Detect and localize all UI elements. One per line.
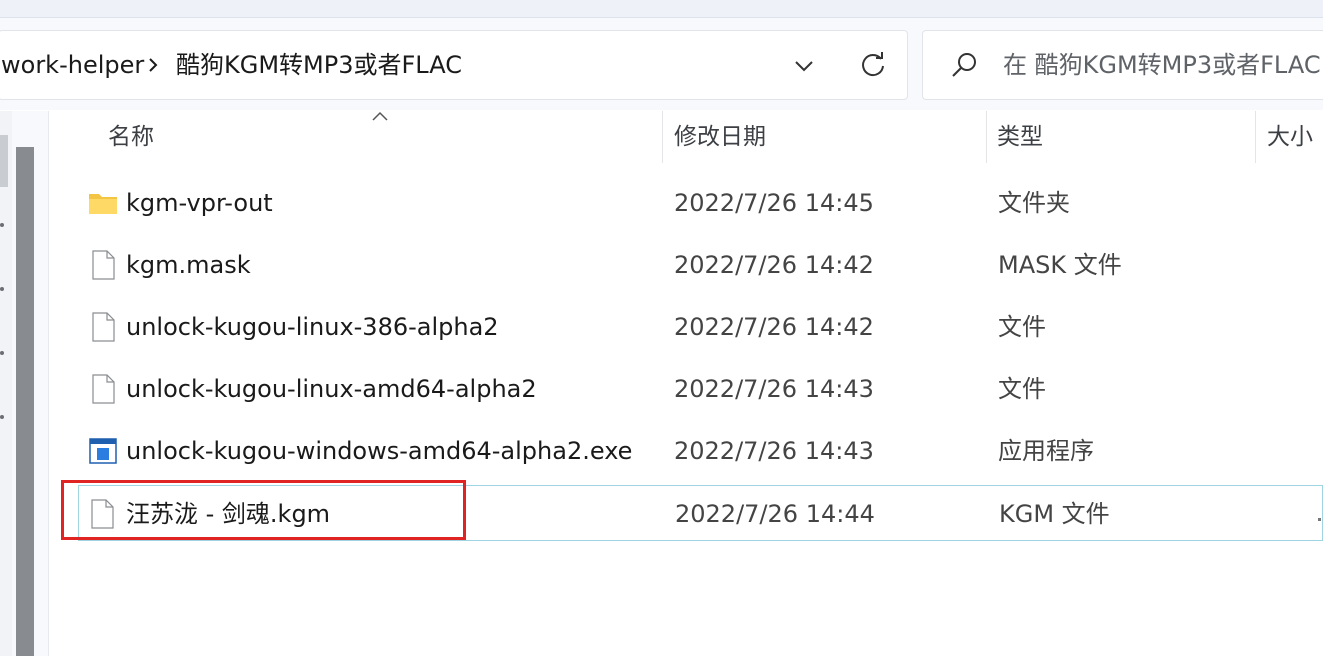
file-modified: 2022/7/26 14:45 — [674, 189, 874, 217]
file-icon — [92, 250, 115, 280]
search-placeholder: 在 酷狗KGM转MP3或者FLAC — [1003, 51, 1321, 79]
refresh-icon[interactable] — [857, 49, 889, 81]
file-row-selected[interactable]: 汪苏泷 - 剑魂.kgm 2022/7/26 14:44 KGM 文件 — [78, 485, 1323, 541]
file-modified: 2022/7/26 14:44 — [675, 500, 875, 528]
chevron-right-icon[interactable] — [146, 53, 160, 77]
file-type: MASK 文件 — [998, 251, 1122, 279]
file-row[interactable]: unlock-kugou-linux-amd64-alpha2 2022/7/2… — [80, 361, 1323, 417]
file-modified: 2022/7/26 14:43 — [674, 437, 874, 465]
column-divider[interactable] — [986, 111, 987, 163]
file-icon — [92, 312, 115, 342]
file-type: 文件 — [998, 375, 1046, 403]
nav-item-marker — [0, 287, 4, 291]
search-input[interactable]: 在 酷狗KGM转MP3或者FLAC — [922, 30, 1323, 100]
file-name: unlock-kugou-linux-amd64-alpha2 — [126, 375, 537, 403]
file-name: unlock-kugou-linux-386-alpha2 — [126, 313, 499, 341]
chevron-down-icon[interactable] — [789, 51, 819, 81]
file-type: 文件夹 — [998, 189, 1070, 217]
file-modified: 2022/7/26 14:42 — [674, 313, 874, 341]
file-name: 汪苏泷 - 剑魂.kgm — [126, 500, 331, 528]
breadcrumb-current[interactable]: 酷狗KGM转MP3或者FLAC — [176, 31, 462, 99]
nav-item-marker — [0, 415, 4, 419]
file-row[interactable]: unlock-kugou-windows-amd64-alpha2.exe 20… — [80, 423, 1323, 479]
file-type: KGM 文件 — [999, 500, 1110, 528]
search-icon — [952, 53, 976, 77]
breadcrumb-parent[interactable]: work-helper — [1, 31, 144, 99]
file-modified: 2022/7/26 14:42 — [674, 251, 874, 279]
navigation-pane[interactable] — [0, 111, 49, 656]
address-bar[interactable]: work-helper 酷狗KGM转MP3或者FLAC — [0, 30, 908, 100]
size-column-marker — [1318, 518, 1321, 521]
file-modified: 2022/7/26 14:43 — [674, 375, 874, 403]
sort-ascending-icon — [372, 111, 388, 121]
file-name: kgm.mask — [126, 251, 251, 279]
exe-icon — [89, 438, 117, 464]
file-row[interactable]: kgm.mask 2022/7/26 14:42 MASK 文件 — [80, 237, 1323, 293]
file-icon — [91, 499, 114, 529]
folder-icon — [89, 194, 117, 214]
nav-scrollbar-track[interactable] — [0, 111, 12, 656]
window-top-strip — [0, 0, 1323, 18]
explorer-toolbar: work-helper 酷狗KGM转MP3或者FLAC 在 酷狗KGM转MP3或… — [0, 18, 1323, 110]
column-header-name[interactable]: 名称 — [108, 111, 154, 163]
nav-item-marker — [0, 351, 4, 355]
file-type: 应用程序 — [998, 437, 1094, 465]
file-icon — [92, 374, 115, 404]
column-divider[interactable] — [662, 111, 663, 163]
column-header-size[interactable]: 大小 — [1267, 111, 1313, 163]
file-type: 文件 — [998, 313, 1046, 341]
file-name: kgm-vpr-out — [126, 189, 273, 217]
file-name: unlock-kugou-windows-amd64-alpha2.exe — [126, 437, 633, 465]
column-divider[interactable] — [1255, 111, 1256, 163]
nav-selected-indicator — [0, 135, 8, 187]
file-row[interactable]: unlock-kugou-linux-386-alpha2 2022/7/26 … — [80, 299, 1323, 355]
column-header-type[interactable]: 类型 — [997, 111, 1043, 163]
nav-item-marker — [0, 223, 4, 227]
nav-scrollbar-thumb[interactable] — [16, 147, 34, 656]
column-header-modified[interactable]: 修改日期 — [674, 111, 766, 163]
file-row[interactable]: kgm-vpr-out 2022/7/26 14:45 文件夹 — [80, 175, 1323, 231]
